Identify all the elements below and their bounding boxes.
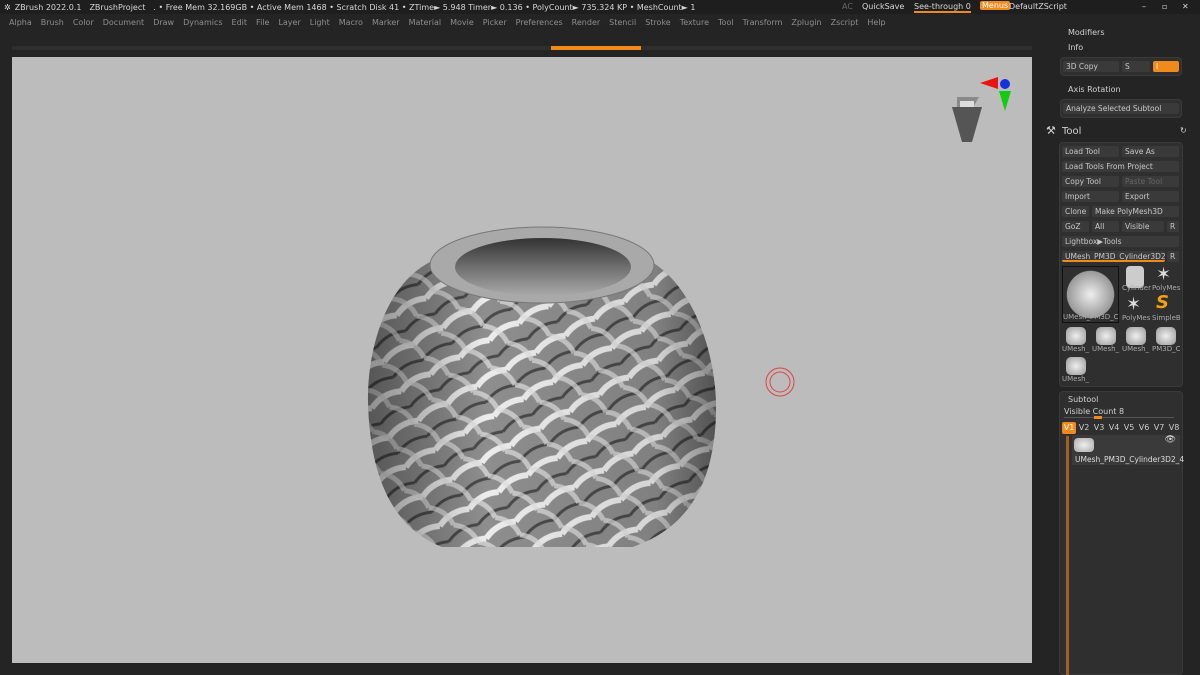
version-tab-v1[interactable]: V1 — [1062, 422, 1076, 434]
subtool-name: UMesh_PM3D_Cylinder3D2_4 — [1075, 455, 1185, 464]
menu-light[interactable]: Light — [310, 18, 330, 27]
stats: . • Free Mem 32.169GB • Active Mem 1468 … — [153, 2, 696, 12]
menu-alpha[interactable]: Alpha — [9, 18, 32, 27]
visible-count-slider[interactable]: Visible Count 8 — [1064, 407, 1124, 416]
tool-thumb[interactable] — [1126, 327, 1146, 345]
menu-picker[interactable]: Picker — [483, 18, 507, 27]
subtool-scrollbar[interactable] — [1066, 436, 1069, 675]
goz-button[interactable]: GoZ — [1062, 221, 1089, 232]
visible-count-track[interactable] — [1064, 416, 1174, 419]
thumb-label: UMesh_ — [1062, 345, 1090, 353]
thumb-label: Cylinder — [1122, 284, 1151, 292]
copy-tool-button[interactable]: Copy Tool — [1062, 176, 1119, 187]
menu-stencil[interactable]: Stencil — [609, 18, 636, 27]
thumb-label: UMesh_PM3D_C — [1063, 313, 1119, 321]
axis-gizmo[interactable] — [952, 77, 1011, 142]
thumb-label: PM3D_C — [1152, 345, 1180, 353]
menu-brush[interactable]: Brush — [41, 18, 64, 27]
menu-zscript[interactable]: Zscript — [831, 18, 859, 27]
menu-texture[interactable]: Texture — [680, 18, 709, 27]
version-tab-v7[interactable]: V7 — [1152, 422, 1166, 434]
menu-preferences[interactable]: Preferences — [516, 18, 563, 27]
menu-tool[interactable]: Tool — [718, 18, 734, 27]
3d-copy-button[interactable]: 3D Copy — [1063, 61, 1119, 72]
info-label[interactable]: Info — [1068, 43, 1083, 52]
version-tab-v8[interactable]: V8 — [1167, 422, 1181, 434]
load-tool-button[interactable]: Load Tool — [1062, 146, 1119, 157]
clone-button[interactable]: Clone — [1062, 206, 1089, 217]
tool-thumb[interactable] — [1066, 357, 1086, 375]
paste-tool-button[interactable]: Paste Tool — [1122, 176, 1179, 187]
lightbox-tools-button[interactable]: Lightbox▶Tools — [1062, 236, 1179, 247]
analyze-subtool-button[interactable]: Analyze Selected Subtool — [1063, 103, 1179, 114]
all-button[interactable]: All — [1092, 221, 1119, 232]
save-as-button[interactable]: Save As — [1122, 146, 1179, 157]
menu-marker[interactable]: Marker — [372, 18, 400, 27]
quicksave-button[interactable]: QuickSave — [862, 2, 904, 11]
app-title: ZBrush 2022.0.1 — [14, 2, 82, 12]
star-thumb[interactable]: ✶ — [1126, 294, 1141, 315]
menu-transform[interactable]: Transform — [743, 18, 783, 27]
thumb-label: PolyMes — [1152, 284, 1180, 292]
tool-title[interactable]: Tool — [1062, 126, 1081, 137]
thumb-label: PolyMes — [1122, 314, 1151, 322]
menu-file[interactable]: File — [256, 18, 269, 27]
menu-render[interactable]: Render — [572, 18, 600, 27]
menu-edit[interactable]: Edit — [232, 18, 248, 27]
simplebrush-thumb[interactable]: S — [1156, 292, 1169, 313]
menu-material[interactable]: Material — [409, 18, 442, 27]
axis-rotation-label[interactable]: Axis Rotation — [1068, 85, 1121, 94]
thumb-label: SimpleB — [1152, 314, 1180, 322]
zbrush-logo-icon: ✲ — [4, 2, 11, 12]
modifiers-label[interactable]: Modifiers — [1068, 28, 1105, 37]
star-thumb[interactable]: ✶ — [1156, 264, 1171, 285]
thumb-label: UMesh_ — [1062, 375, 1090, 383]
menu-macro[interactable]: Macro — [339, 18, 363, 27]
copy-s-button[interactable]: S — [1122, 61, 1150, 72]
menu-help[interactable]: Help — [867, 18, 885, 27]
right-tray: Modifiers Info 3D Copy S I Axis Rotation… — [1046, 0, 1192, 675]
tool-thumb[interactable] — [1156, 327, 1176, 345]
r-button[interactable]: R — [1167, 221, 1179, 232]
load-tools-from-project-button[interactable]: Load Tools From Project — [1062, 161, 1179, 172]
subtool-title[interactable]: Subtool — [1068, 395, 1098, 404]
menu-bar: Alpha Brush Color Document Draw Dynamics Edit F… — [0, 14, 1040, 30]
menu-movie[interactable]: Movie — [450, 18, 474, 27]
ac-indicator: AC — [842, 2, 853, 11]
project-name: ZBrushProject — [89, 2, 146, 12]
viewport-canvas[interactable] — [12, 57, 1032, 663]
export-button[interactable]: Export — [1122, 191, 1179, 202]
menu-draw[interactable]: Draw — [153, 18, 174, 27]
visible-button[interactable]: Visible — [1122, 221, 1164, 232]
version-tab-v6[interactable]: V6 — [1137, 422, 1151, 434]
menu-document[interactable]: Document — [103, 18, 144, 27]
menu-layer[interactable]: Layer — [278, 18, 300, 27]
version-tab-v2[interactable]: V2 — [1077, 422, 1091, 434]
menu-color[interactable]: Color — [73, 18, 94, 27]
progress-strip — [12, 46, 1032, 50]
tool-thumb[interactable] — [1096, 327, 1116, 345]
see-through-slider[interactable]: See-through 0 — [914, 2, 971, 13]
thumb-label: UMesh_ — [1092, 345, 1120, 353]
make-polymesh-button[interactable]: Make PolyMesh3D — [1092, 206, 1179, 217]
hammer-icon: ⚒ — [1046, 124, 1056, 137]
copy-i-button[interactable]: I — [1153, 61, 1179, 72]
version-tab-v4[interactable]: V4 — [1107, 422, 1121, 434]
tool-thumb[interactable] — [1066, 327, 1086, 345]
subtool-thumb — [1074, 438, 1094, 452]
eye-icon[interactable]: 👁 — [1165, 435, 1176, 445]
version-tab-v3[interactable]: V3 — [1092, 422, 1106, 434]
menu-stroke[interactable]: Stroke — [645, 18, 671, 27]
menu-zplugin[interactable]: Zplugin — [791, 18, 821, 27]
current-tool-slider[interactable]: UMesh_PM3D_Cylinder3D2_4 — [1062, 251, 1165, 262]
current-tool-r-button[interactable]: R — [1167, 251, 1179, 262]
subtool-item[interactable]: 👁 UMesh_PM3D_Cylinder3D2_4 — [1072, 435, 1184, 465]
menu-dynamics[interactable]: Dynamics — [183, 18, 222, 27]
vase-model — [367, 77, 1011, 547]
version-tab-v5[interactable]: V5 — [1122, 422, 1136, 434]
menus-toggle[interactable]: Menus — [980, 1, 1011, 10]
import-button[interactable]: Import — [1062, 191, 1119, 202]
thumb-label: UMesh_ — [1122, 345, 1150, 353]
refresh-icon[interactable]: ↻ — [1180, 126, 1187, 135]
